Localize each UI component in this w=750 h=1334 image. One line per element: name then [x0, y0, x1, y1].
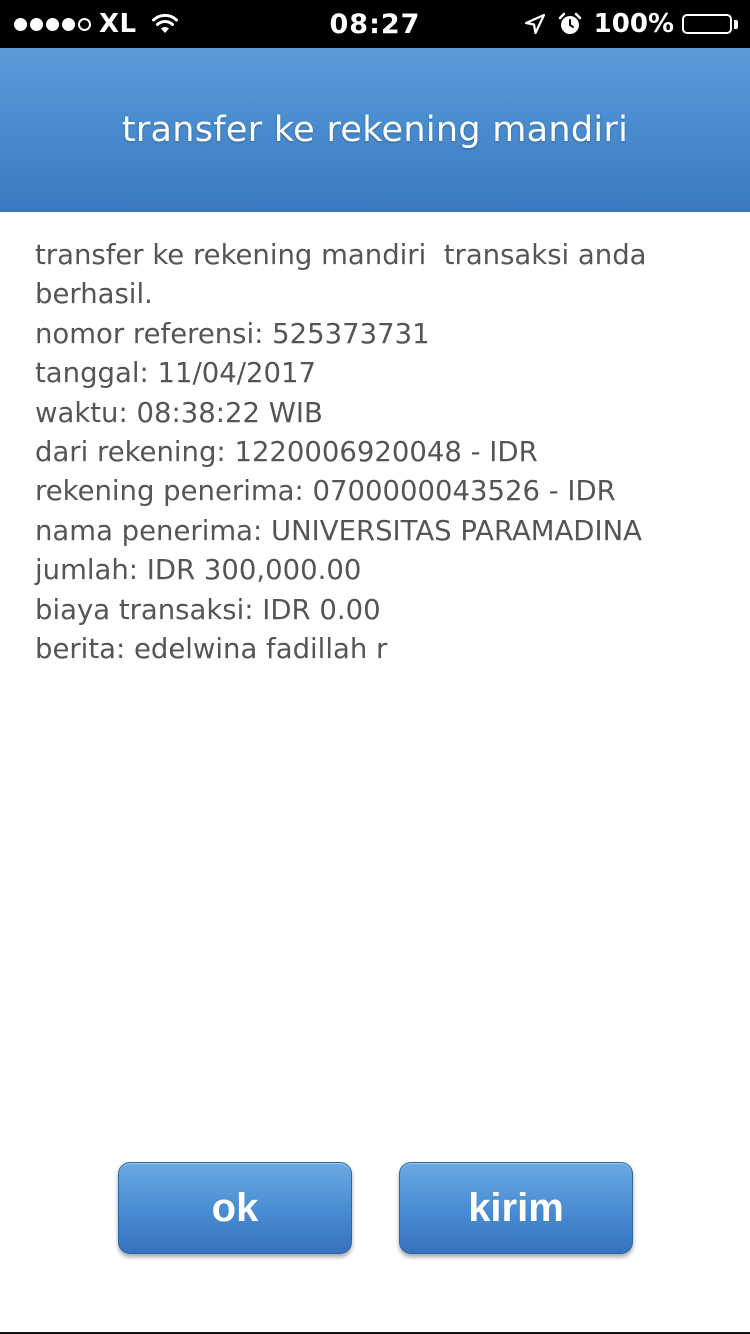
signal-dot: [78, 17, 91, 31]
page-title: transfer ke rekening mandiri: [121, 110, 629, 150]
signal-dot: [14, 17, 27, 31]
alarm-clock-icon: [558, 12, 582, 36]
destination-account: rekening penerima: 0700000043526 - IDR: [35, 475, 616, 508]
page-header: transfer ke rekening mandiri: [0, 48, 750, 212]
transaction-details: transfer ke rekening mandiri transaksi a…: [35, 236, 725, 669]
battery-icon: [682, 14, 738, 34]
transaction-fee: biaya transaksi: IDR 0.00: [35, 593, 381, 626]
signal-dot: [62, 17, 75, 31]
location-arrow-icon: [524, 13, 546, 35]
signal-strength-icon: [14, 17, 91, 31]
transfer-note: berita: edelwina fadillah r: [35, 633, 388, 666]
source-account: dari rekening: 1220006920048 - IDR: [35, 436, 538, 469]
message-line: berhasil.: [35, 278, 153, 311]
signal-dot: [30, 17, 43, 31]
send-button[interactable]: kirim: [399, 1162, 633, 1254]
status-bar-left: XL: [14, 0, 179, 48]
carrier-name: XL: [99, 9, 137, 39]
transaction-time: waktu: 08:38:22 WIB: [35, 396, 323, 429]
status-bar: XL 08:27 100%: [0, 0, 750, 48]
message-line: transfer ke rekening mandiri transaksi a…: [35, 239, 647, 271]
transfer-amount: jumlah: IDR 300,000.00: [35, 554, 362, 587]
reference-number: nomor referensi: 525373731: [35, 317, 430, 350]
battery-percentage: 100%: [593, 9, 674, 39]
wifi-icon: [151, 13, 179, 35]
ok-button[interactable]: ok: [118, 1162, 352, 1254]
recipient-name: nama penerima: UNIVERSITAS PARAMADINA: [35, 514, 642, 547]
transaction-date: tanggal: 11/04/2017: [35, 357, 316, 390]
signal-dot: [46, 17, 59, 31]
status-bar-right: 100%: [524, 0, 738, 48]
